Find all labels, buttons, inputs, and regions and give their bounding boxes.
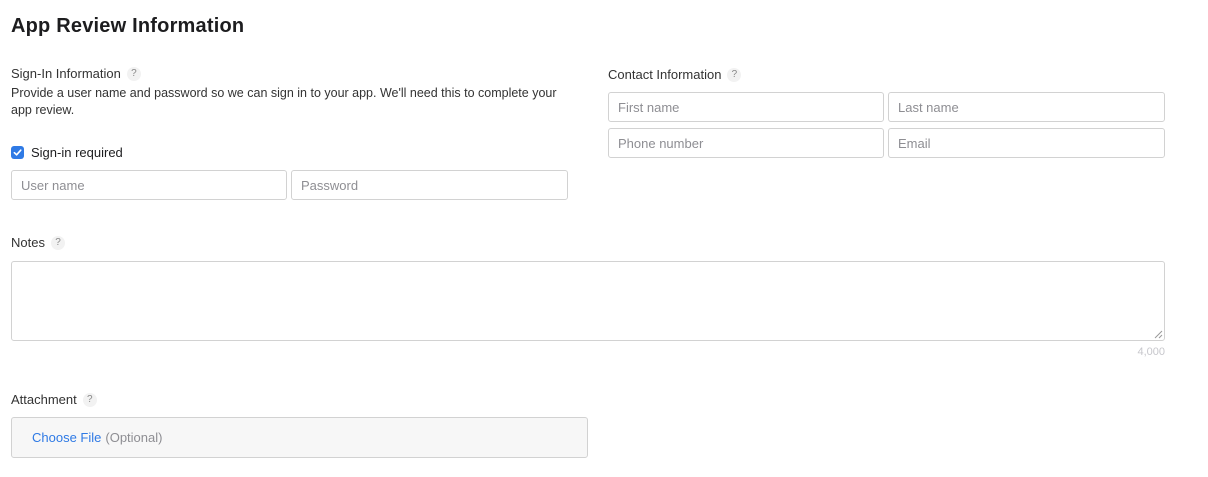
- choose-file-button[interactable]: Choose File: [32, 430, 101, 445]
- last-name-input[interactable]: [888, 92, 1165, 122]
- first-name-input[interactable]: [608, 92, 884, 122]
- sign-in-label: Sign-In Information: [11, 66, 121, 81]
- attachment-dropzone[interactable]: Choose File (Optional): [11, 417, 588, 458]
- attachment-label: Attachment: [11, 392, 77, 407]
- notes-textarea[interactable]: [11, 261, 1165, 341]
- contact-help-icon[interactable]: ?: [727, 67, 742, 82]
- notes-help-icon[interactable]: ?: [50, 235, 65, 250]
- notes-char-limit: 4,000: [1137, 346, 1165, 358]
- page-title: App Review Information: [11, 15, 245, 37]
- sign-in-required-checkbox-row[interactable]: Sign-in required: [11, 145, 123, 160]
- notes-section-label: Notes ?: [11, 235, 65, 250]
- password-input[interactable]: [291, 170, 568, 200]
- contact-label: Contact Information: [608, 67, 722, 82]
- attachment-help-icon[interactable]: ?: [82, 392, 97, 407]
- email-input[interactable]: [888, 128, 1165, 158]
- sign-in-section-label: Sign-In Information ?: [11, 66, 141, 81]
- sign-in-help-icon[interactable]: ?: [126, 66, 141, 81]
- resize-grip-icon[interactable]: [1153, 329, 1163, 339]
- attachment-optional-label: (Optional): [105, 430, 163, 445]
- attachment-section-label: Attachment ?: [11, 392, 97, 407]
- sign-in-description: Provide a user name and password so we c…: [11, 86, 557, 117]
- sign-in-required-label: Sign-in required: [31, 145, 123, 160]
- contact-section-label: Contact Information ?: [608, 67, 742, 82]
- sign-in-required-checkbox[interactable]: [11, 146, 24, 159]
- username-input[interactable]: [11, 170, 287, 200]
- phone-number-input[interactable]: [608, 128, 884, 158]
- checkmark-icon: [13, 149, 22, 156]
- notes-label: Notes: [11, 235, 45, 250]
